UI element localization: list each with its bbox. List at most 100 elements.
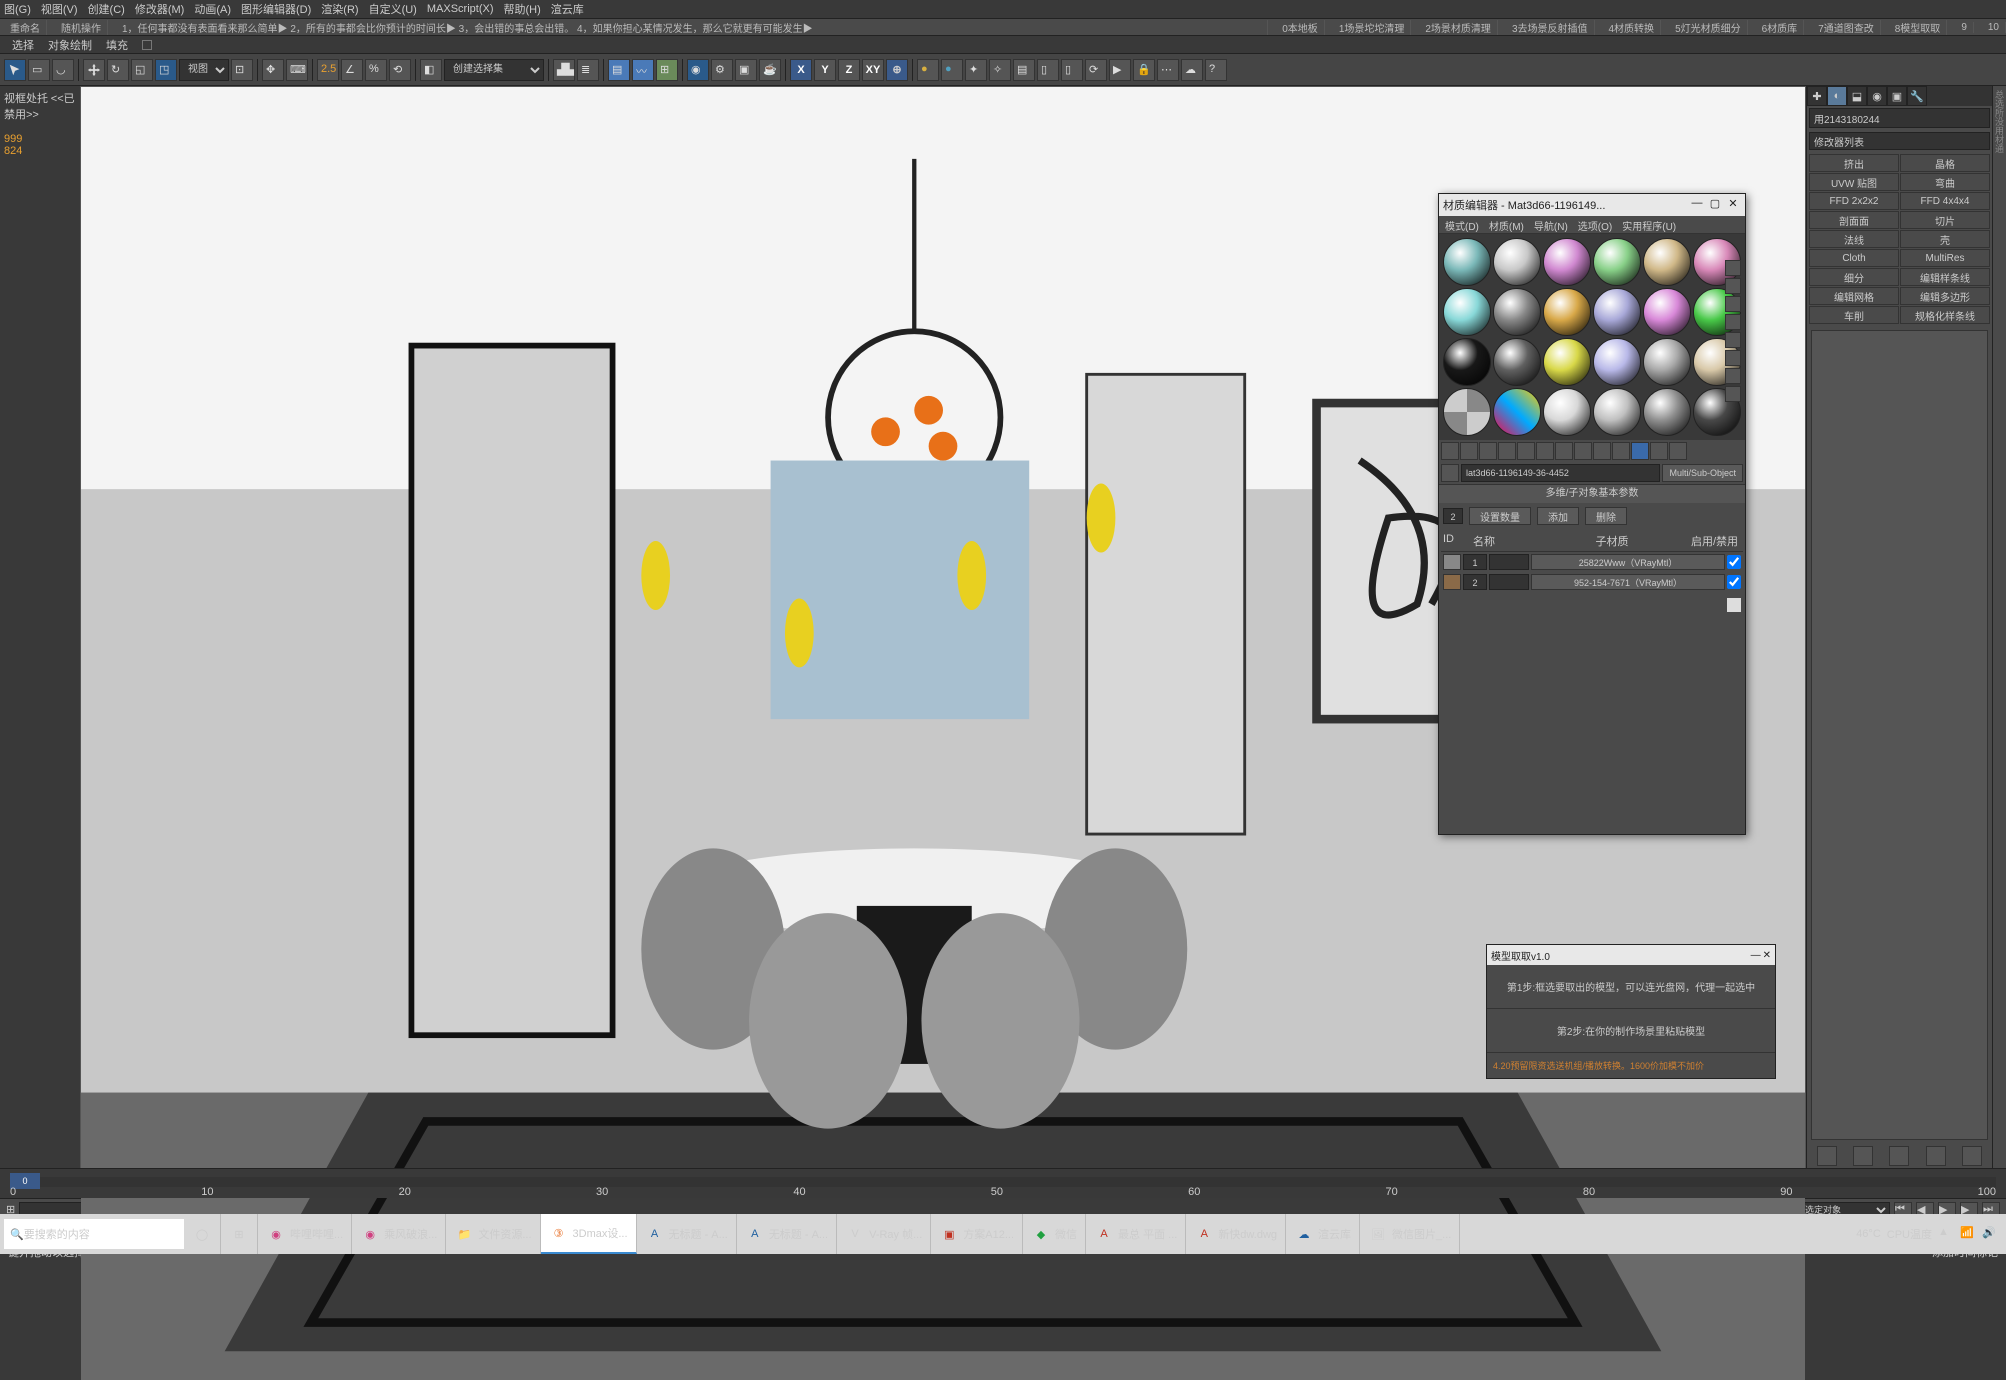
material-editor-tool[interactable]: ◉: [687, 59, 709, 81]
material-sphere[interactable]: [1643, 288, 1691, 336]
taskbar-item[interactable]: ☁渲云库: [1286, 1214, 1360, 1254]
timeline[interactable]: 0 0102030405060708090100: [0, 1168, 2006, 1198]
select-region-tool[interactable]: ▭: [28, 59, 50, 81]
named-sel-dropdown[interactable]: 创建选择集: [444, 59, 544, 81]
hint-cell[interactable]: 5灯光材质细分: [1669, 20, 1748, 35]
help-icon[interactable]: ?: [1205, 59, 1227, 81]
modifier-button[interactable]: 编辑多边形: [1900, 287, 1990, 305]
panel-toggle[interactable]: 总选所没用材通: [1992, 86, 2006, 1168]
material-sphere[interactable]: [1443, 388, 1491, 436]
get-mat-icon[interactable]: [1441, 442, 1459, 460]
move-tool[interactable]: [83, 59, 105, 81]
axis-y[interactable]: Y: [814, 59, 836, 81]
material-sphere[interactable]: [1593, 388, 1641, 436]
put-mat-icon[interactable]: [1460, 442, 1478, 460]
display-tab-icon[interactable]: ▣: [1887, 86, 1907, 106]
scale-tool[interactable]: ◱: [131, 59, 153, 81]
sub-mat-button[interactable]: 25822Www（VRayMtl）: [1531, 554, 1725, 570]
page-icon[interactable]: ▯: [1037, 59, 1059, 81]
copy-mat-icon[interactable]: [1517, 442, 1535, 460]
count-field[interactable]: 2: [1443, 508, 1463, 524]
taskbar-item[interactable]: VV-Ray 帧...: [837, 1214, 931, 1254]
menu-item[interactable]: 渲染(R): [321, 1, 358, 17]
material-name-input[interactable]: [1461, 464, 1660, 482]
modifier-button[interactable]: 壳: [1900, 230, 1990, 248]
extract-titlebar[interactable]: 模型取取v1.0 — ✕: [1487, 945, 1775, 965]
mat-menu[interactable]: 实用程序(U): [1622, 218, 1676, 231]
task-view-icon[interactable]: ⊞: [221, 1214, 258, 1254]
modifier-button[interactable]: FFD 2x2x2: [1809, 192, 1899, 210]
pick-icon[interactable]: [1669, 442, 1687, 460]
material-sphere[interactable]: [1443, 338, 1491, 386]
hint-cell[interactable]: 3去场景反射插值: [1506, 20, 1595, 35]
mat-swatch[interactable]: [1443, 554, 1461, 570]
object-name-field[interactable]: 用2143180244: [1809, 108, 1990, 128]
taskbar-item[interactable]: ◉哔哩哔哩...: [258, 1214, 352, 1254]
select-object-tool[interactable]: ◳: [155, 59, 177, 81]
mat-swatch[interactable]: [1443, 574, 1461, 590]
hint-cell[interactable]: 0本地板: [1276, 20, 1325, 35]
modifier-button[interactable]: 切片: [1900, 211, 1990, 229]
light-icon[interactable]: ●: [917, 59, 939, 81]
material-editor-window[interactable]: 材质编辑器 - Mat3d66-1196149... — ▢ ✕ 模式(D) 材…: [1438, 193, 1746, 835]
hint-cell[interactable]: 随机操作: [55, 20, 108, 35]
modifier-button[interactable]: MultiRes: [1900, 249, 1990, 267]
hint-cell[interactable]: 6材质库: [1756, 20, 1805, 35]
mat-id[interactable]: 1: [1463, 554, 1487, 570]
sample-tool-icon[interactable]: [1725, 314, 1741, 330]
taskbar-item[interactable]: 🖼微信图片_...: [1360, 1214, 1460, 1254]
taskbar-item[interactable]: A无标题 - A...: [737, 1214, 837, 1254]
wifi-icon[interactable]: 📶: [1960, 1226, 1976, 1242]
config-icon[interactable]: [1962, 1146, 1982, 1166]
make-unique-icon[interactable]: [1536, 442, 1554, 460]
modifier-button[interactable]: 剖面面: [1809, 211, 1899, 229]
material-sphere[interactable]: [1643, 238, 1691, 286]
angle-snap[interactable]: ∠: [341, 59, 363, 81]
menu-item[interactable]: 图形编辑器(D): [241, 1, 311, 17]
material-sphere[interactable]: [1593, 338, 1641, 386]
fx-icon[interactable]: ✦: [965, 59, 987, 81]
add-button[interactable]: 添加: [1537, 507, 1579, 525]
taskbar-item[interactable]: A无标题 - A...: [637, 1214, 737, 1254]
material-sphere[interactable]: [1593, 288, 1641, 336]
render-tool[interactable]: ☕: [759, 59, 781, 81]
material-sphere[interactable]: [1493, 288, 1541, 336]
layer-tool[interactable]: ▤: [608, 59, 630, 81]
modifier-button[interactable]: 编辑样条线: [1900, 268, 1990, 286]
axis-xy[interactable]: XY: [862, 59, 884, 81]
play-icon[interactable]: ▶: [1109, 59, 1131, 81]
menu-item[interactable]: 视图(V): [41, 1, 78, 17]
mat-menu[interactable]: 导航(N): [1534, 218, 1568, 231]
create-tab-icon[interactable]: ✚: [1807, 86, 1827, 106]
modify-tab-icon[interactable]: ◐: [1827, 86, 1847, 106]
modifier-button[interactable]: 细分: [1809, 268, 1899, 286]
put-lib-icon[interactable]: [1555, 442, 1573, 460]
sel-label[interactable]: 填充: [106, 37, 128, 53]
material-sphere[interactable]: [1543, 388, 1591, 436]
align-tool[interactable]: ≣: [577, 59, 599, 81]
light2-icon[interactable]: ●: [941, 59, 963, 81]
manip-tool[interactable]: ✥: [262, 59, 284, 81]
axis-constrain-icon[interactable]: ⊕: [886, 59, 908, 81]
task-view-icon[interactable]: ◯: [184, 1214, 221, 1254]
menu-item[interactable]: MAXScript(X): [427, 3, 494, 15]
maximize-icon[interactable]: ▢: [1707, 197, 1723, 213]
mat-menu[interactable]: 选项(O): [1578, 218, 1612, 231]
material-sphere[interactable]: [1493, 338, 1541, 386]
menu-item[interactable]: 帮助(H): [503, 1, 540, 17]
taskbar-item[interactable]: A新快dw.dwg: [1186, 1214, 1286, 1254]
refresh-icon[interactable]: ⟳: [1085, 59, 1107, 81]
taskbar-item-active[interactable]: ③3Dmax设...: [541, 1214, 637, 1254]
hint-cell[interactable]: 2场景材质清理: [1419, 20, 1498, 35]
modifier-button[interactable]: 规格化样条线: [1900, 306, 1990, 324]
utilities-tab-icon[interactable]: 🔧: [1907, 86, 1927, 106]
material-sphere[interactable]: [1543, 288, 1591, 336]
menu-item[interactable]: 创建(C): [88, 1, 125, 17]
sub-mat-button[interactable]: 952-154-7671（VRayMtl）: [1531, 574, 1725, 590]
sample-tool-icon[interactable]: [1725, 350, 1741, 366]
material-type-button[interactable]: Multi/Sub-Object: [1662, 464, 1743, 482]
modifier-button[interactable]: 晶格: [1900, 154, 1990, 172]
sample-tool-icon[interactable]: [1725, 278, 1741, 294]
sample-tool-icon[interactable]: [1725, 368, 1741, 384]
material-sphere[interactable]: [1493, 238, 1541, 286]
